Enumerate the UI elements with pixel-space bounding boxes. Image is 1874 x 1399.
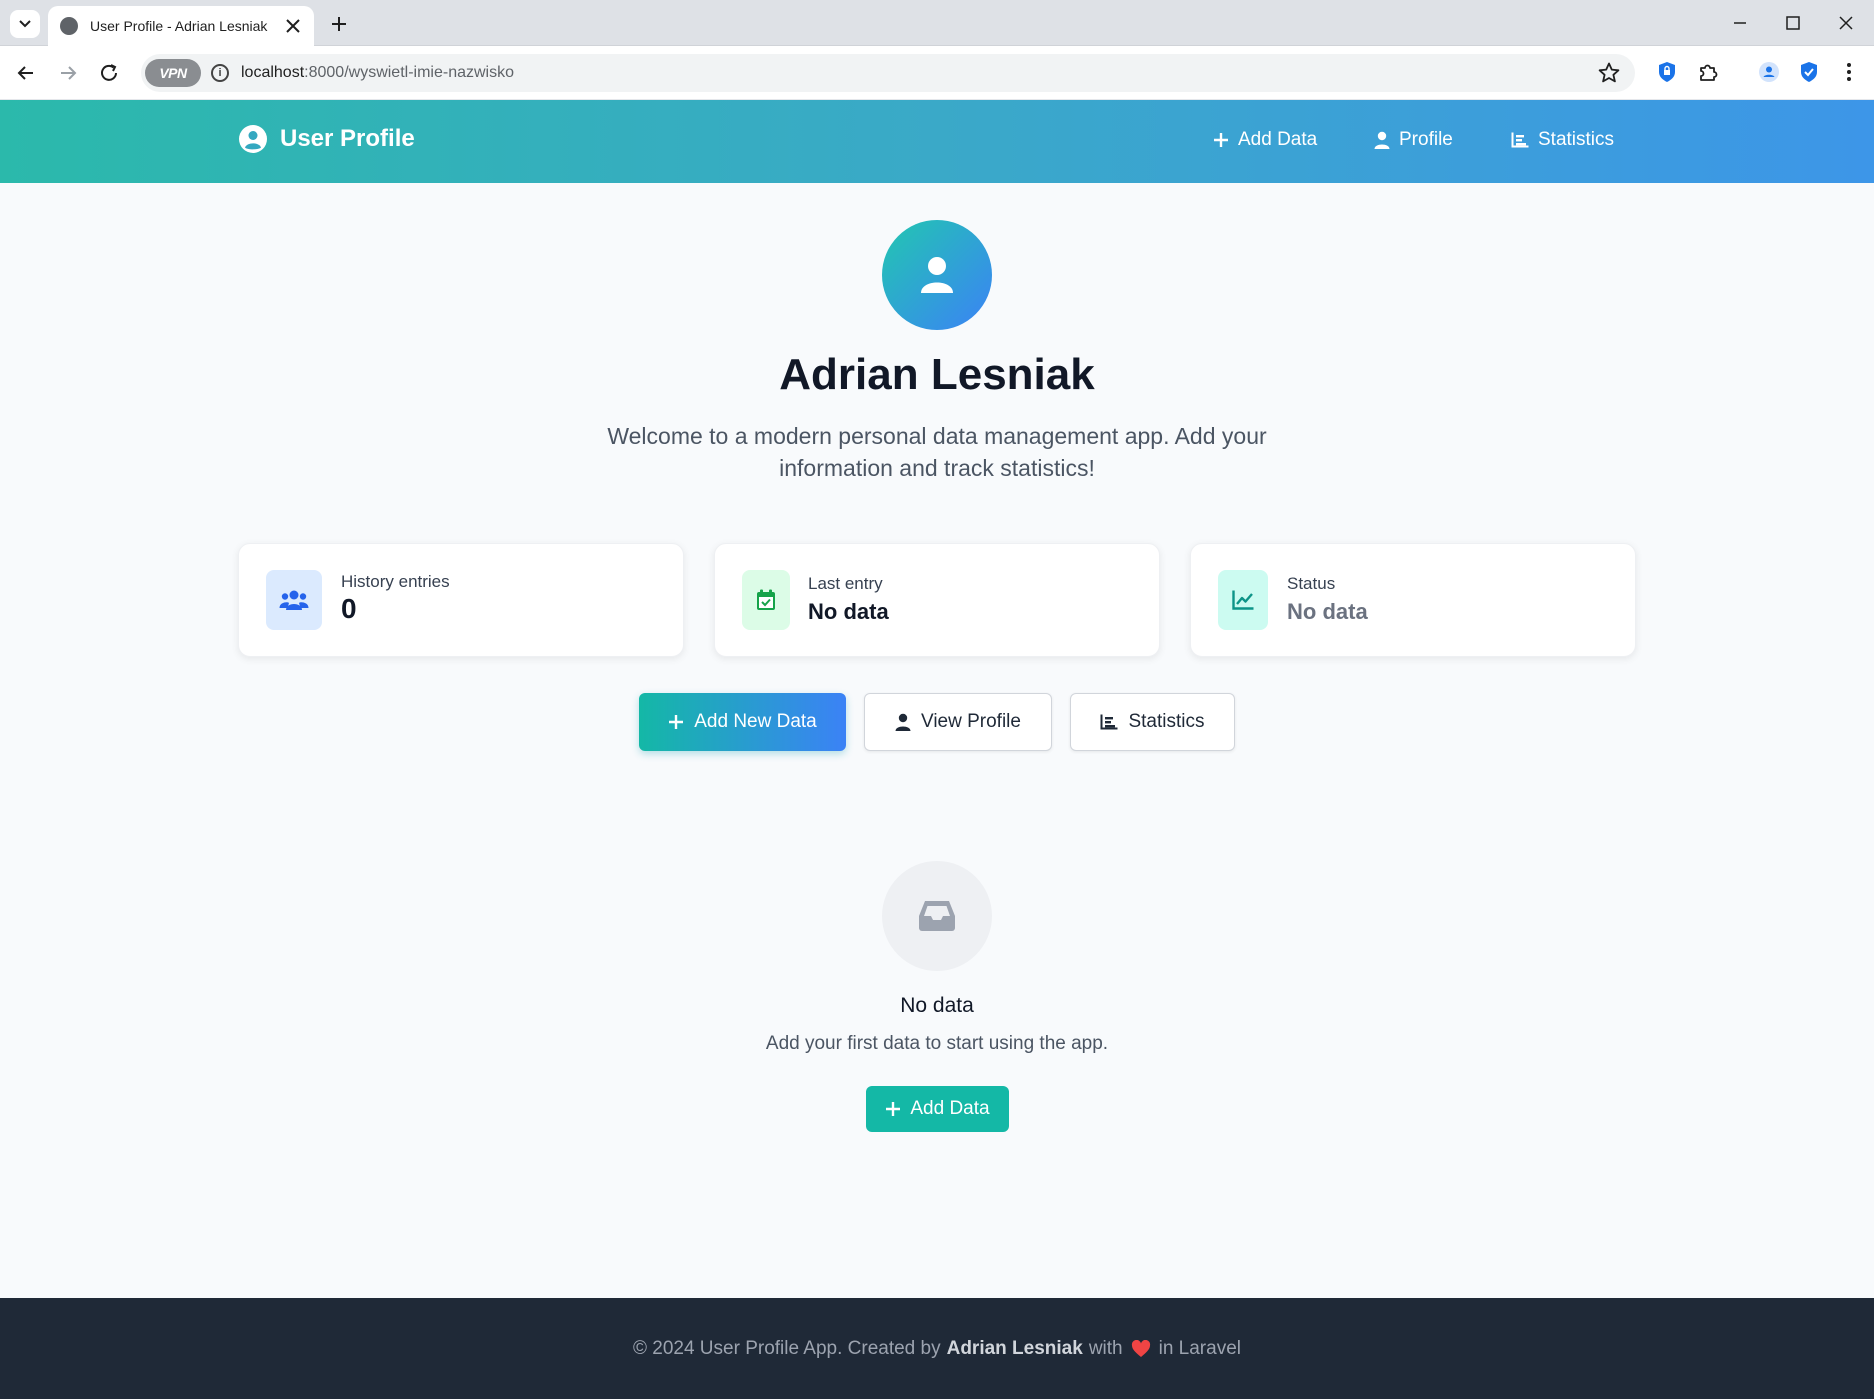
footer-prefix: © 2024 User Profile App. Created by bbox=[632, 1337, 941, 1359]
nav-add-data-label: Add Data bbox=[1238, 129, 1318, 150]
statistics-label: Statistics bbox=[1128, 711, 1205, 732]
page-title: Adrian Lesniak bbox=[779, 350, 1095, 399]
url-path: :8000/wyswietl-imie-nazwisko bbox=[304, 64, 514, 81]
empty-state-add-data-button[interactable]: Add Data bbox=[866, 1086, 1009, 1132]
chart-bar-icon bbox=[1511, 132, 1529, 148]
browser-tab[interactable]: User Profile - Adrian Lesniak bbox=[48, 6, 314, 46]
puzzle-icon bbox=[1700, 64, 1718, 81]
stat-value: No data bbox=[808, 599, 889, 624]
nav-add-data[interactable]: Add Data bbox=[1213, 129, 1317, 151]
reload-button[interactable] bbox=[95, 59, 123, 87]
back-button[interactable] bbox=[12, 59, 40, 87]
new-tab-icon[interactable] bbox=[326, 11, 352, 37]
chevron-down-icon bbox=[19, 20, 31, 28]
shield-extension[interactable] bbox=[1654, 59, 1680, 85]
shield-lock-icon bbox=[1659, 62, 1675, 82]
chart-bar-icon bbox=[1100, 714, 1118, 730]
chart-line-icon bbox=[1232, 590, 1254, 610]
close-icon bbox=[1839, 16, 1853, 30]
view-profile-button[interactable]: View Profile bbox=[864, 693, 1052, 751]
profile-avatar bbox=[882, 220, 992, 330]
stat-value: No data bbox=[1287, 599, 1368, 624]
stat-card-history: History entries 0 bbox=[238, 543, 684, 657]
nav-statistics[interactable]: Statistics bbox=[1511, 129, 1614, 151]
users-icon bbox=[279, 590, 309, 610]
browser-toolbar: VPN i localhost:8000/wyswietl-imie-nazwi… bbox=[0, 46, 1874, 100]
stat-label: Last entry bbox=[808, 574, 883, 593]
user-icon bbox=[1374, 131, 1390, 149]
plus-icon bbox=[886, 1102, 901, 1116]
empty-state-text: Add your first data to start using the a… bbox=[765, 1033, 1109, 1054]
arrow-left-icon bbox=[17, 66, 33, 80]
stat-icon-box bbox=[742, 570, 790, 630]
stat-card-last-entry: Last entry No data bbox=[714, 543, 1160, 657]
shield-check-icon bbox=[1801, 62, 1817, 82]
empty-state-button-label: Add Data bbox=[910, 1098, 990, 1119]
window-close-button[interactable] bbox=[1824, 8, 1868, 38]
stat-icon-box bbox=[266, 570, 322, 630]
profile-avatar-button[interactable] bbox=[1756, 59, 1782, 85]
browser-menu-button[interactable] bbox=[1836, 59, 1862, 85]
forward-button[interactable] bbox=[54, 59, 82, 87]
plus-icon bbox=[1214, 133, 1228, 147]
nav-statistics-label: Statistics bbox=[1538, 129, 1615, 150]
url-text[interactable]: localhost:8000/wyswietl-imie-nazwisko bbox=[241, 64, 514, 82]
minimize-button[interactable] bbox=[1718, 8, 1762, 38]
stat-icon-box bbox=[1218, 570, 1268, 630]
app-navbar: User Profile Add Data Profile Statistics bbox=[0, 100, 1874, 183]
brand-name: User Profile bbox=[280, 125, 415, 152]
inbox-icon bbox=[919, 901, 955, 931]
browser-tab-bar: User Profile - Adrian Lesniak bbox=[0, 0, 1874, 46]
minimize-icon bbox=[1734, 22, 1746, 24]
extensions-button[interactable] bbox=[1695, 59, 1721, 85]
add-new-data-button[interactable]: Add New Data bbox=[639, 693, 846, 751]
arrow-right-icon bbox=[61, 66, 77, 80]
calendar-check-icon bbox=[757, 589, 775, 610]
nav-profile[interactable]: Profile bbox=[1374, 129, 1453, 151]
footer-suffix: in Laravel bbox=[1158, 1337, 1241, 1359]
vpn-badge[interactable]: VPN bbox=[145, 59, 201, 87]
footer-author: Adrian Lesniak bbox=[946, 1337, 1083, 1359]
footer-with: with bbox=[1088, 1337, 1123, 1359]
user-avatar-icon bbox=[1759, 62, 1779, 82]
shield-check-extension[interactable] bbox=[1796, 59, 1822, 85]
bookmark-star-icon[interactable] bbox=[1597, 61, 1621, 85]
empty-state-title: No data bbox=[900, 994, 974, 1017]
reload-icon bbox=[101, 64, 117, 81]
tab-search-button[interactable] bbox=[10, 10, 40, 38]
statistics-button[interactable]: Statistics bbox=[1070, 693, 1235, 751]
empty-state-icon-circle bbox=[882, 861, 992, 971]
nav-profile-label: Profile bbox=[1399, 129, 1453, 150]
user-icon bbox=[921, 257, 953, 293]
footer: © 2024 User Profile App. Created by Adri… bbox=[0, 1298, 1874, 1399]
stat-card-status: Status No data bbox=[1190, 543, 1636, 657]
address-bar[interactable]: VPN i localhost:8000/wyswietl-imie-nazwi… bbox=[141, 54, 1635, 92]
add-new-data-label: Add New Data bbox=[694, 711, 817, 732]
heart-icon bbox=[1131, 1339, 1151, 1358]
maximize-button[interactable] bbox=[1771, 8, 1815, 38]
stat-label: Status bbox=[1287, 574, 1336, 593]
user-circle-icon bbox=[239, 125, 267, 153]
info-icon[interactable]: i bbox=[211, 64, 229, 82]
stat-value: 0 bbox=[341, 593, 357, 624]
maximize-icon bbox=[1786, 16, 1800, 30]
user-icon bbox=[895, 713, 911, 731]
plus-icon bbox=[669, 715, 684, 729]
url-host: localhost bbox=[241, 64, 305, 81]
brand-link[interactable]: User Profile bbox=[238, 124, 415, 154]
tab-title: User Profile - Adrian Lesniak bbox=[90, 18, 268, 34]
page-subtitle: Welcome to a modern personal data manage… bbox=[607, 423, 1267, 481]
stat-label: History entries bbox=[341, 572, 450, 591]
globe-icon bbox=[60, 17, 78, 35]
more-vertical-icon bbox=[1847, 63, 1851, 81]
close-icon[interactable] bbox=[284, 17, 302, 35]
view-profile-label: View Profile bbox=[921, 711, 1021, 732]
